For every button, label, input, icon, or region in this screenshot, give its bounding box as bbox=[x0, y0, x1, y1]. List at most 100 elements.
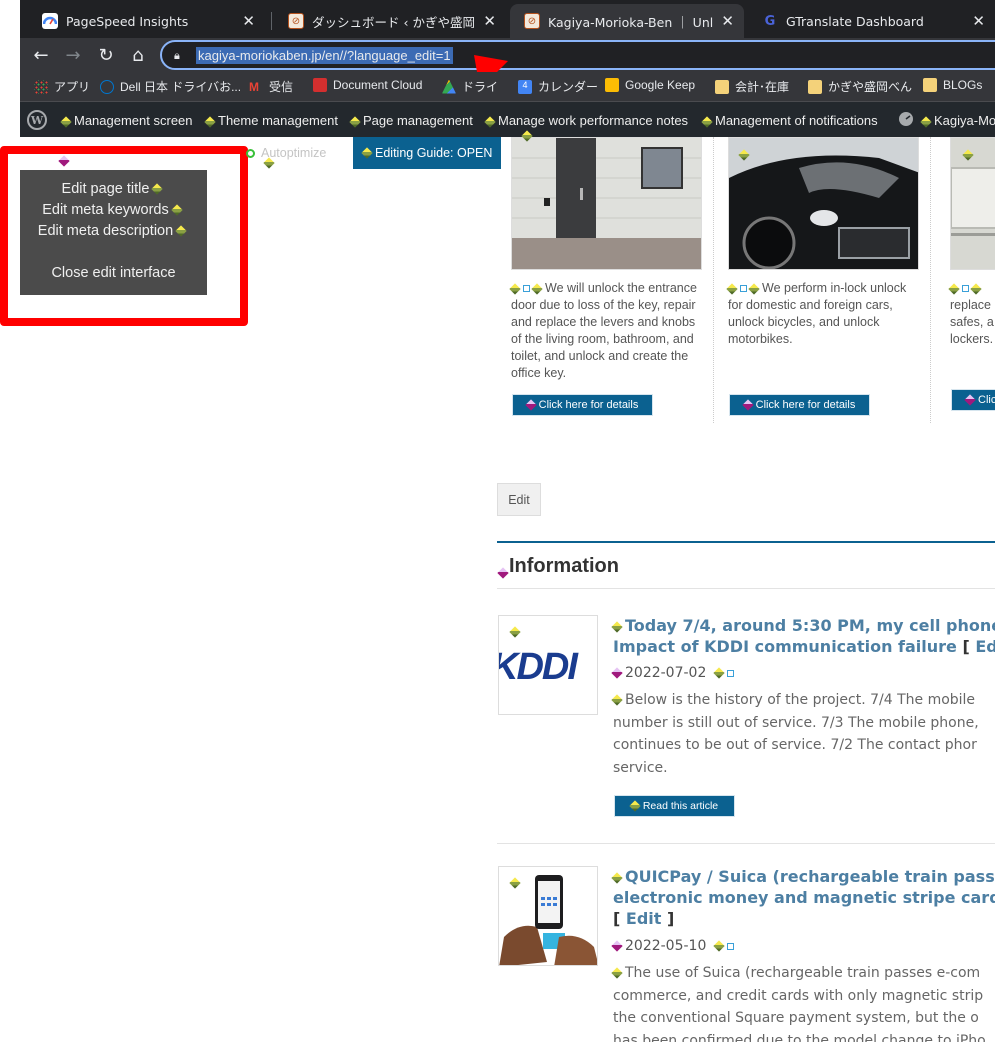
news-post-quicpay: QUICPay / Suica (rechargeable train pass… bbox=[497, 866, 995, 1042]
service-card-safe: replace safes, a lockers. Clic bbox=[936, 137, 995, 423]
bookmark-google-keep[interactable]: Google Keep bbox=[605, 78, 695, 92]
reload-icon[interactable]: ↻ bbox=[94, 43, 118, 67]
apps-grid-icon bbox=[34, 79, 48, 94]
tab-title: ダッシュボード ‹ かぎや盛岡べん｜鍵 bbox=[312, 14, 475, 30]
editing-guide-button[interactable]: Editing Guide: OPEN bbox=[353, 137, 501, 169]
bookmark-document-cloud[interactable]: Document Cloud bbox=[313, 78, 422, 92]
pencil-icon bbox=[726, 283, 738, 295]
post-excerpt: The use of Suica (rechargeable train pas… bbox=[611, 965, 986, 1042]
pencil-icon bbox=[611, 940, 623, 952]
post-date: 2022-07-02 bbox=[611, 665, 737, 681]
pencil-icon bbox=[349, 115, 361, 128]
bookmark-calendar[interactable]: 4 カレンダー bbox=[518, 78, 598, 95]
bookmark-drive[interactable]: ドライ bbox=[442, 78, 498, 95]
bookmark-label: BLOGs bbox=[943, 78, 983, 92]
close-icon[interactable]: ✕ bbox=[483, 12, 496, 30]
admin-item-site[interactable]: Kagiya-Mo bbox=[920, 113, 995, 128]
button-label: Clic bbox=[978, 394, 995, 406]
drive-icon bbox=[442, 79, 456, 94]
read-this-article-button[interactable]: Read this article bbox=[614, 795, 735, 817]
wordpress-logo-icon[interactable]: W bbox=[27, 110, 47, 130]
pencil-icon bbox=[611, 694, 623, 706]
close-edit-interface-item[interactable]: Close edit interface bbox=[20, 265, 207, 281]
edit-page-title-item[interactable]: Edit page title bbox=[20, 181, 207, 197]
square-icon bbox=[727, 942, 735, 950]
tab-title: PageSpeed Insights bbox=[66, 13, 189, 29]
edit-link[interactable]: Edit bbox=[626, 909, 662, 928]
pencil-icon bbox=[611, 967, 623, 979]
edit-meta-panel: Edit page title Edit meta keywords Edit … bbox=[20, 170, 207, 295]
admin-item-label: Page management bbox=[363, 113, 473, 128]
menu-label: Edit meta description bbox=[37, 223, 174, 239]
bookmark-label: カレンダー bbox=[538, 80, 599, 94]
bookmark-label: Document Cloud bbox=[333, 78, 423, 92]
click-here-for-details-button[interactable]: Click here for details bbox=[729, 394, 870, 416]
status-dot-icon bbox=[246, 149, 255, 159]
keep-icon bbox=[605, 78, 619, 92]
autoptimize-label: Autoptimize bbox=[261, 146, 327, 160]
tab-pagespeed[interactable]: PageSpeed Insights ✕ bbox=[28, 4, 265, 38]
square-icon bbox=[962, 285, 969, 293]
pencil-icon bbox=[629, 800, 641, 812]
pencil-icon bbox=[175, 225, 187, 237]
calendar-icon: 4 bbox=[518, 79, 532, 94]
edit-meta-description-item[interactable]: Edit meta description bbox=[20, 223, 207, 239]
address-bar[interactable]: 🔒︎ kagiya-moriokaben.jp/en//?language_ed… bbox=[160, 40, 995, 70]
tab-gtranslate[interactable]: G GTranslate Dashboard ✕ bbox=[748, 4, 995, 38]
home-icon[interactable]: ⌂ bbox=[126, 43, 150, 67]
admin-item-page[interactable]: Page management bbox=[349, 113, 473, 128]
admin-item-management[interactable]: Management screen bbox=[60, 113, 193, 128]
information-section-header: Information bbox=[497, 541, 995, 589]
edit-link[interactable]: Edit bbox=[975, 637, 995, 656]
service-card-door: We will unlock the entrance door due to … bbox=[497, 130, 714, 423]
browser-tab-strip: PageSpeed Insights ✕ ⊘ ダッシュボード ‹ かぎや盛岡べん… bbox=[20, 0, 995, 38]
pencil-icon bbox=[713, 940, 725, 952]
tab-dashboard[interactable]: ⊘ ダッシュボード ‹ かぎや盛岡べん｜鍵 ✕ bbox=[274, 4, 506, 38]
section-title: Information bbox=[509, 555, 619, 577]
quicpay-thumbnail[interactable] bbox=[498, 866, 598, 966]
tab-kagiya-morioka-ben[interactable]: ⊘ Kagiya-Morioka-Ben ｜ Unlocking ✕ bbox=[510, 4, 744, 38]
wp-admin-bar: W Management screen Theme management Pag… bbox=[20, 102, 995, 137]
card-description: We perform in-lock unlock for domestic a… bbox=[726, 281, 907, 346]
bookmark-folder-kagiya[interactable]: かぎや盛岡べん bbox=[808, 78, 912, 95]
bookmark-dell[interactable]: Dell 日本 ドライバお... bbox=[100, 78, 241, 95]
click-here-for-details-button[interactable]: Click here for details bbox=[512, 394, 653, 416]
dell-icon bbox=[100, 79, 114, 94]
pencil-icon bbox=[151, 183, 164, 195]
close-icon[interactable]: ✕ bbox=[242, 12, 255, 30]
tab-separator bbox=[271, 12, 272, 30]
dashboard-gauge-icon[interactable] bbox=[898, 111, 914, 130]
admin-item-work-notes[interactable]: Manage work performance notes bbox=[484, 113, 688, 128]
autoptimize-item[interactable]: Autoptimize bbox=[246, 146, 326, 160]
post-excerpt: Below is the history of the project. 7/4… bbox=[611, 692, 979, 776]
close-icon[interactable]: ✕ bbox=[972, 12, 985, 30]
tab-title: Kagiya-Morioka-Ben ｜ Unlocking bbox=[548, 14, 714, 30]
close-icon[interactable]: ✕ bbox=[721, 12, 734, 30]
kddi-logo: KDDI bbox=[498, 646, 578, 688]
card-description: We will unlock the entrance door due to … bbox=[509, 281, 697, 380]
back-arrow-icon[interactable]: ← bbox=[29, 43, 53, 67]
menu-label: Edit meta keywords bbox=[42, 202, 169, 218]
pencil-icon bbox=[361, 147, 373, 159]
kddi-thumbnail[interactable]: KDDI bbox=[498, 615, 598, 715]
edit-meta-keywords-item[interactable]: Edit meta keywords bbox=[20, 202, 207, 218]
pencil-icon bbox=[713, 667, 725, 679]
forward-arrow-icon[interactable]: → bbox=[61, 43, 85, 67]
bookmark-apps[interactable]: アプリ bbox=[34, 78, 90, 95]
pagespeed-icon bbox=[42, 13, 58, 29]
url-text[interactable]: kagiya-moriokaben.jp/en//?language_edit=… bbox=[196, 46, 453, 64]
pencil-icon bbox=[531, 283, 543, 295]
admin-item-theme[interactable]: Theme management bbox=[204, 113, 338, 128]
bookmark-folder-accounting[interactable]: 会計･在庫 bbox=[715, 78, 789, 95]
gmail-icon: M bbox=[249, 79, 259, 94]
edit-button[interactable]: Edit bbox=[497, 483, 541, 516]
post-title[interactable]: QUICPay / Suica (rechargeable train pass… bbox=[611, 866, 995, 929]
post-title[interactable]: Today 7/4, around 5:30 PM, my cell phone… bbox=[611, 615, 995, 657]
admin-item-notifications[interactable]: Management of notifications bbox=[701, 113, 878, 128]
bookmark-folder-blogs[interactable]: BLOGs bbox=[923, 78, 982, 92]
bookmark-gmail[interactable]: M 受信 bbox=[249, 78, 293, 95]
click-here-for-details-button[interactable]: Clic bbox=[951, 389, 995, 411]
pencil-icon bbox=[204, 115, 216, 128]
bookmark-label: 受信 bbox=[269, 80, 294, 94]
bookmark-label: かぎや盛岡べん bbox=[828, 80, 913, 94]
